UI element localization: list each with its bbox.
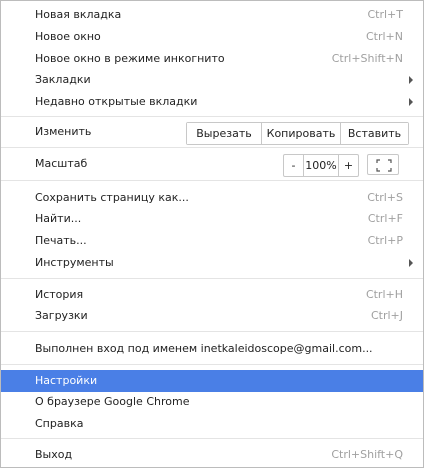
menu-separator xyxy=(1,180,423,181)
menu-item-new-incognito-window[interactable]: Новое окно в режиме инкогнито Ctrl+Shift… xyxy=(1,48,423,70)
menu-item-zoom: Масштаб - 100% + xyxy=(1,153,423,177)
menu-separator xyxy=(1,147,423,148)
edit-button-group: Вырезать Копировать Вставить xyxy=(186,122,409,145)
copy-button[interactable]: Копировать xyxy=(261,123,340,144)
menu-separator xyxy=(1,364,423,365)
menu-separator xyxy=(1,331,423,332)
menu-item-shortcut: Ctrl+Shift+N xyxy=(331,52,403,65)
menu-item-history[interactable]: История Ctrl+H xyxy=(1,284,423,306)
menu-item-label: История xyxy=(35,288,84,301)
menu-separator xyxy=(1,438,423,439)
menu-item-label: Инструменты xyxy=(35,256,114,269)
menu-separator xyxy=(1,278,423,279)
menu-item-recent-tabs[interactable]: Недавно открытые вкладки xyxy=(1,91,423,113)
menu-item-label: Выполнен вход под именем inetkaleidoscop… xyxy=(35,342,373,355)
menu-item-about-chrome[interactable]: О браузере Google Chrome xyxy=(1,391,423,413)
menu-item-label: Сохранить страницу как... xyxy=(35,191,189,204)
zoom-in-button[interactable]: + xyxy=(339,155,358,176)
menu-item-label: Закладки xyxy=(35,73,91,86)
submenu-arrow-icon xyxy=(409,98,413,106)
menu-item-shortcut: Ctrl+H xyxy=(365,288,403,301)
menu-item-label: Выход xyxy=(35,448,73,461)
paste-button[interactable]: Вставить xyxy=(340,123,408,144)
menu-item-label: Изменить xyxy=(35,125,92,138)
menu-item-print[interactable]: Печать... Ctrl+P xyxy=(1,230,423,252)
menu-item-edit: Изменить Вырезать Копировать Вставить xyxy=(1,121,423,145)
chrome-main-menu: Новая вкладка Ctrl+T Новое окно Ctrl+N Н… xyxy=(0,0,424,468)
menu-item-label: Найти... xyxy=(35,212,82,225)
menu-item-shortcut: Ctrl+Shift+Q xyxy=(331,448,403,461)
menu-item-shortcut: Ctrl+J xyxy=(370,309,403,322)
fullscreen-icon xyxy=(376,159,392,172)
menu-item-label: Новое окно в режиме инкогнито xyxy=(35,52,225,65)
menu-item-shortcut: Ctrl+T xyxy=(367,8,403,21)
zoom-level-value: 100% xyxy=(303,155,339,176)
menu-item-tools[interactable]: Инструменты xyxy=(1,252,423,274)
menu-item-help[interactable]: Справка xyxy=(1,413,423,435)
menu-item-bookmarks[interactable]: Закладки xyxy=(1,69,423,91)
menu-item-label: Справка xyxy=(35,417,84,430)
menu-separator xyxy=(1,116,423,117)
submenu-arrow-icon xyxy=(409,259,413,267)
menu-item-new-tab[interactable]: Новая вкладка Ctrl+T xyxy=(1,4,423,26)
submenu-arrow-icon xyxy=(409,76,413,84)
menu-item-label: Печать... xyxy=(35,234,87,247)
menu-item-shortcut: Ctrl+N xyxy=(365,30,403,43)
menu-item-label: Масштаб xyxy=(35,157,88,170)
menu-item-new-window[interactable]: Новое окно Ctrl+N xyxy=(1,26,423,48)
menu-item-label: Новая вкладка xyxy=(35,8,122,21)
cut-button[interactable]: Вырезать xyxy=(187,123,261,144)
menu-item-shortcut: Ctrl+F xyxy=(367,212,403,225)
menu-item-exit[interactable]: Выход Ctrl+Shift+Q xyxy=(1,444,423,466)
menu-item-shortcut: Ctrl+S xyxy=(367,191,403,204)
menu-item-find[interactable]: Найти... Ctrl+F xyxy=(1,208,423,230)
menu-item-label: Настройки xyxy=(35,374,98,387)
menu-item-signed-in-account[interactable]: Выполнен вход под именем inetkaleidoscop… xyxy=(1,338,423,360)
menu-item-label: Недавно открытые вкладки xyxy=(35,95,198,108)
menu-item-downloads[interactable]: Загрузки Ctrl+J xyxy=(1,305,423,327)
menu-item-shortcut: Ctrl+P xyxy=(367,234,403,247)
zoom-control: - 100% + xyxy=(283,154,359,177)
zoom-out-button[interactable]: - xyxy=(284,155,303,176)
fullscreen-button[interactable] xyxy=(367,154,399,175)
menu-item-save-page[interactable]: Сохранить страницу как... Ctrl+S xyxy=(1,187,423,209)
menu-item-label: Новое окно xyxy=(35,30,101,43)
menu-item-settings[interactable]: Настройки xyxy=(1,370,423,392)
menu-item-label: О браузере Google Chrome xyxy=(35,395,190,408)
menu-item-label: Загрузки xyxy=(35,309,88,322)
